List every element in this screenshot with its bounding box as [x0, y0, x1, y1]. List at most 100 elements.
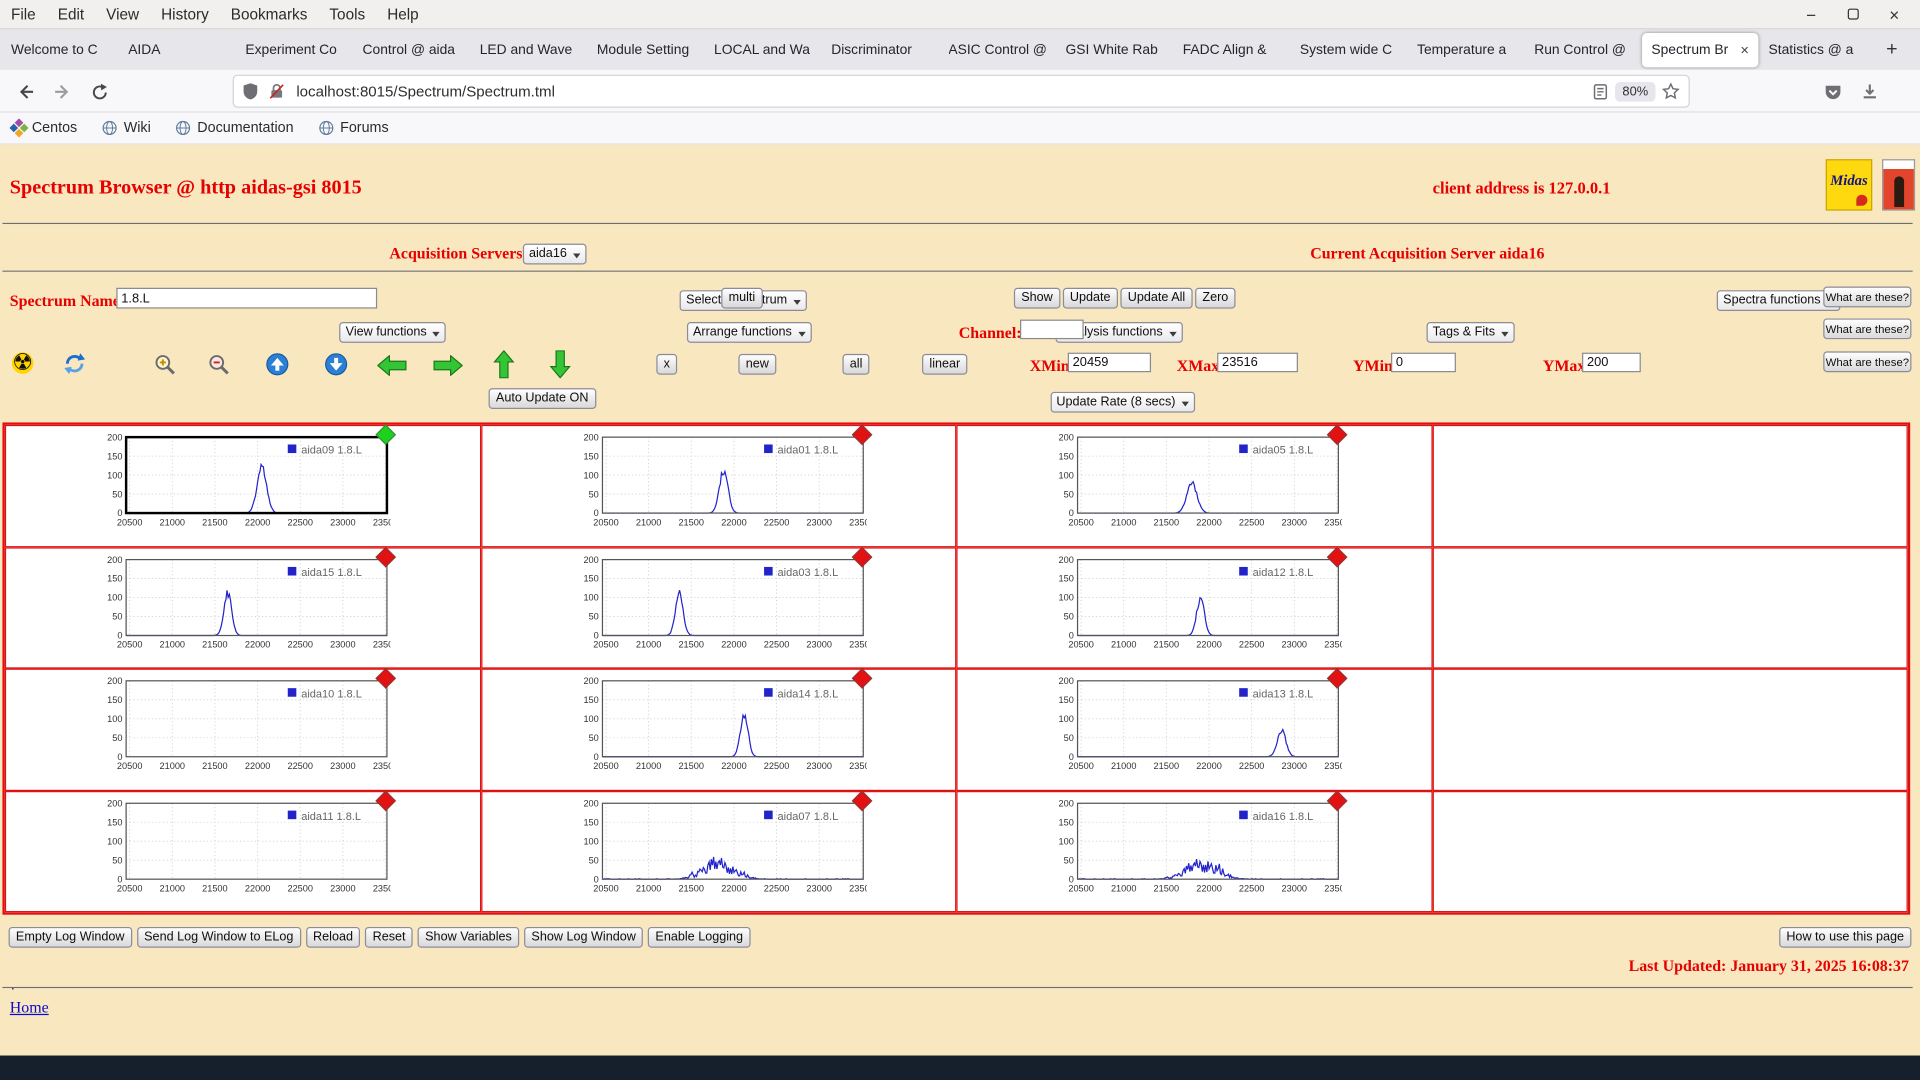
url-text[interactable]: localhost:8015/Spectrum/Spectrum.tml: [296, 83, 1591, 100]
tab-control-aida[interactable]: Control @ aida: [353, 32, 470, 66]
xmax-input[interactable]: [1217, 352, 1298, 373]
show-variables-button[interactable]: Show Variables: [417, 926, 520, 948]
new-button[interactable]: new: [738, 353, 777, 375]
spectrum-name-input[interactable]: [116, 287, 378, 309]
spectrum-cell-aida09[interactable]: aida09 1.8.L 0 50 100 150 200 20500 21000 21500 2…: [4, 424, 481, 547]
spectrum-chart[interactable]: aida10 1.8.L05010015020020500 21000 21500 2…: [94, 677, 390, 780]
menu-bookmarks[interactable]: Bookmarks: [220, 6, 319, 23]
xmin-input[interactable]: [1067, 352, 1152, 373]
bookmark-centos[interactable]: Centos: [9, 118, 77, 138]
back-button[interactable]: [10, 76, 42, 108]
refresh-icon[interactable]: [61, 350, 87, 376]
downloads-button[interactable]: [1854, 76, 1886, 108]
tracking-shield-icon[interactable]: [242, 82, 258, 100]
tab-aida[interactable]: AIDA: [118, 32, 235, 66]
insecure-lock-icon[interactable]: [268, 82, 285, 100]
circle-arrow-up-icon[interactable]: [264, 351, 290, 377]
pocket-save-button[interactable]: [1817, 76, 1849, 108]
close-button[interactable]: ×: [1883, 3, 1905, 25]
menu-edit[interactable]: Edit: [47, 6, 95, 23]
arrange-functions-dropdown[interactable]: Arrange functions: [686, 322, 812, 343]
acquisition-server-select[interactable]: aida16: [522, 243, 587, 265]
reload-button[interactable]: Reload: [305, 926, 361, 948]
bookmark-wiki[interactable]: Wiki: [102, 120, 151, 136]
show-button[interactable]: Show: [1013, 287, 1061, 309]
spectrum-chart[interactable]: aida03 1.8.L05010015020020500 21000 21500 2…: [570, 555, 866, 658]
prev-arrow-icon[interactable]: [376, 354, 407, 382]
menu-view[interactable]: View: [95, 6, 150, 23]
tags-fits-dropdown[interactable]: Tags & Fits: [1426, 322, 1515, 343]
menu-file[interactable]: File: [0, 6, 47, 23]
circle-arrow-down-icon[interactable]: [323, 351, 349, 377]
spectrum-chart[interactable]: aida09 1.8.L05010015020020500 21000 21500 2…: [94, 433, 390, 536]
update-all-button[interactable]: Update All: [1120, 287, 1193, 309]
spectra-functions-dropdown[interactable]: Spectra functions: [1717, 290, 1841, 312]
spectrum-cell-aida12[interactable]: aida12 1.8.L 0 50 100 150 200 20500 21000 21500 2…: [956, 546, 1433, 669]
spectrum-chart[interactable]: aida05 1.8.L05010015020020500 21000 21500 2…: [1046, 433, 1342, 536]
spectrum-chart[interactable]: aida14 1.8.L05010015020020500 21000 21500 2…: [570, 677, 866, 780]
up-arrow-icon[interactable]: [493, 349, 515, 384]
tab-fadc-align[interactable]: FADC Align &: [1173, 32, 1290, 66]
all-button[interactable]: all: [842, 353, 870, 375]
spectrum-chart[interactable]: aida11 1.8.L05010015020020500 21000 21500 2…: [94, 799, 390, 902]
empty-log-window-button[interactable]: Empty Log Window: [8, 926, 132, 948]
multi-button[interactable]: multi: [721, 287, 763, 309]
spectrum-cell-aida15[interactable]: aida15 1.8.L 0 50 100 150 200 20500 21000 21500 2…: [4, 546, 481, 669]
bookmark-documentation[interactable]: Documentation: [175, 120, 294, 136]
show-log-window-button[interactable]: Show Log Window: [524, 926, 644, 948]
zero-button[interactable]: Zero: [1195, 287, 1236, 309]
spectrum-cell-aida11[interactable]: aida11 1.8.L 0 50 100 150 200 20500 21000 21500 2…: [4, 789, 481, 913]
reset-button[interactable]: Reset: [365, 926, 413, 948]
view-functions-dropdown[interactable]: View functions: [339, 322, 447, 343]
channel-input[interactable]: [1020, 319, 1084, 340]
menu-help[interactable]: Help: [376, 6, 430, 23]
spectrum-cell-aida14[interactable]: aida14 1.8.L 0 50 100 150 200 20500 21000 21500 2…: [480, 667, 957, 791]
spectrum-cell-aida07[interactable]: aida07 1.8.L 0 50 100 150 200 20500 21000 21500 2…: [480, 789, 957, 913]
spectrum-chart[interactable]: aida01 1.8.L05010015020020500 21000 21500 2…: [570, 433, 866, 536]
tab-statistics-a[interactable]: Statistics @ a: [1759, 32, 1876, 66]
tab-system-wide-c[interactable]: System wide C: [1290, 32, 1407, 66]
bookmark-forums[interactable]: Forums: [318, 120, 389, 136]
enable-logging-button[interactable]: Enable Logging: [648, 926, 751, 948]
spectrum-cell-aida13[interactable]: aida13 1.8.L 0 50 100 150 200 20500 21000 21500 2…: [956, 667, 1433, 791]
what-are-these-button-1[interactable]: What are these?: [1823, 286, 1912, 308]
update-button[interactable]: Update: [1062, 287, 1118, 309]
minimize-button[interactable]: −: [1800, 3, 1822, 25]
forward-button[interactable]: [47, 76, 79, 108]
spectrum-chart[interactable]: aida12 1.8.L05010015020020500 21000 21500 2…: [1046, 555, 1342, 658]
next-arrow-icon[interactable]: [433, 354, 464, 382]
zoom-out-icon[interactable]: [206, 351, 232, 377]
zoom-level-badge[interactable]: 80%: [1615, 81, 1656, 102]
tab-experiment-co[interactable]: Experiment Co: [236, 32, 353, 66]
radiation-icon[interactable]: ☢: [9, 350, 36, 376]
update-rate-dropdown[interactable]: Update Rate (8 secs): [1050, 391, 1196, 413]
tab-discriminator[interactable]: Discriminator: [821, 32, 938, 66]
spectrum-cell-aida03[interactable]: aida03 1.8.L 0 50 100 150 200 20500 21000 21500 2…: [480, 546, 957, 669]
tab-welcome-to-c[interactable]: Welcome to C: [1, 32, 118, 66]
zoom-in-icon[interactable]: [152, 351, 178, 377]
tab-gsi-white-rab[interactable]: GSI White Rab: [1056, 32, 1173, 66]
spectrum-cell-aida01[interactable]: aida01 1.8.L 0 50 100 150 200 20500 21000 21500 2…: [480, 424, 957, 547]
tab-led-and-wave[interactable]: LED and Wave: [470, 32, 587, 66]
menu-tools[interactable]: Tools: [318, 6, 376, 23]
what-are-these-button-3[interactable]: What are these?: [1823, 351, 1912, 373]
tab-asic-control[interactable]: ASIC Control @: [939, 32, 1056, 66]
maximize-button[interactable]: [1842, 3, 1864, 25]
spectrum-cell-aida10[interactable]: aida10 1.8.L 0 50 100 150 200 20500 21000 21500 2…: [4, 667, 481, 791]
x-button[interactable]: x: [656, 353, 678, 375]
home-link[interactable]: Home: [10, 998, 49, 1018]
spectrum-chart[interactable]: aida13 1.8.L05010015020020500 21000 21500 2…: [1046, 677, 1342, 780]
menu-history[interactable]: History: [150, 6, 220, 23]
ymax-input[interactable]: [1582, 352, 1641, 373]
bookmark-star-icon[interactable]: [1661, 82, 1680, 100]
down-arrow-icon[interactable]: [549, 350, 571, 384]
spectrum-chart[interactable]: aida15 1.8.L05010015020020500 21000 21500 2…: [94, 555, 390, 658]
reader-view-icon[interactable]: [1592, 83, 1609, 100]
spectrum-chart[interactable]: aida07 1.8.L05010015020020500 21000 21500 2…: [570, 799, 866, 902]
new-tab-button[interactable]: +: [1876, 34, 1908, 66]
tab-run-control[interactable]: Run Control @: [1524, 32, 1641, 66]
auto-update-button[interactable]: Auto Update ON: [488, 388, 596, 409]
spectrum-chart[interactable]: aida16 1.8.L05010015020020500 21000 21500 2…: [1046, 799, 1342, 902]
linear-button[interactable]: linear: [922, 353, 968, 375]
send-log-window-to-elog-button[interactable]: Send Log Window to ELog: [136, 926, 301, 948]
